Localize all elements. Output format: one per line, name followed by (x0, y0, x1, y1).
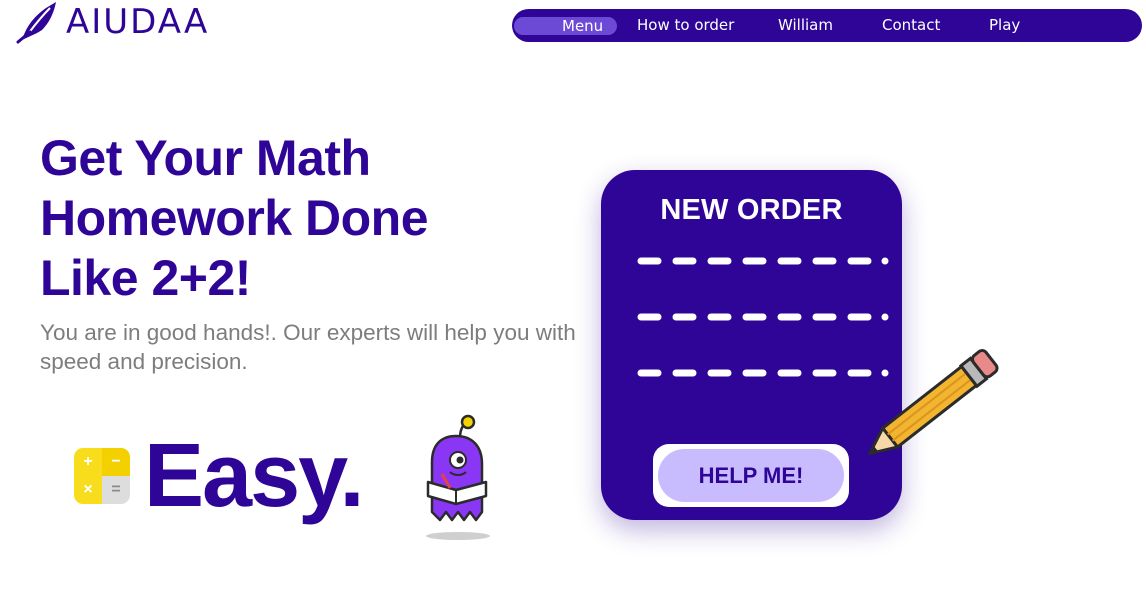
leaf-feather-icon (16, 2, 56, 44)
nav-item-william[interactable]: William (778, 9, 833, 42)
hero-title-line: Homework Done (40, 190, 429, 246)
easy-heading: Easy. (144, 426, 365, 526)
nav-item-menu[interactable]: Menu (514, 17, 618, 35)
calc-key: + (74, 448, 102, 476)
help-button-frame: HELP ME! (653, 444, 849, 507)
hero-title-line: Like 2+2! (40, 250, 251, 306)
hero-title: Get Your Math Homework Done Like 2+2! (40, 128, 560, 308)
help-me-button[interactable]: HELP ME! (658, 449, 844, 502)
main-nav: Menu How to order William Contact Play (512, 9, 1142, 42)
calc-key: = (102, 476, 130, 504)
nav-item-how-to-order[interactable]: How to order (637, 9, 734, 42)
calc-key: × (74, 476, 102, 504)
nav-item-contact[interactable]: Contact (882, 9, 940, 42)
calc-key: − (102, 448, 130, 476)
hero-subtitle: You are in good hands!. Our experts will… (40, 320, 576, 374)
card-title: NEW ORDER (660, 194, 843, 226)
brand-name: AIUDAA (66, 2, 210, 42)
form-line-placeholder (637, 313, 889, 321)
calculator-icon: + − × = (74, 448, 130, 504)
ghost-reading-book-icon (426, 414, 490, 540)
form-line-placeholder (637, 257, 889, 265)
brand-logo[interactable]: AIUDAA (16, 0, 209, 44)
nav-item-play[interactable]: Play (989, 9, 1020, 42)
hero-title-line: Get Your Math (40, 130, 371, 186)
pencil-icon (868, 349, 999, 456)
